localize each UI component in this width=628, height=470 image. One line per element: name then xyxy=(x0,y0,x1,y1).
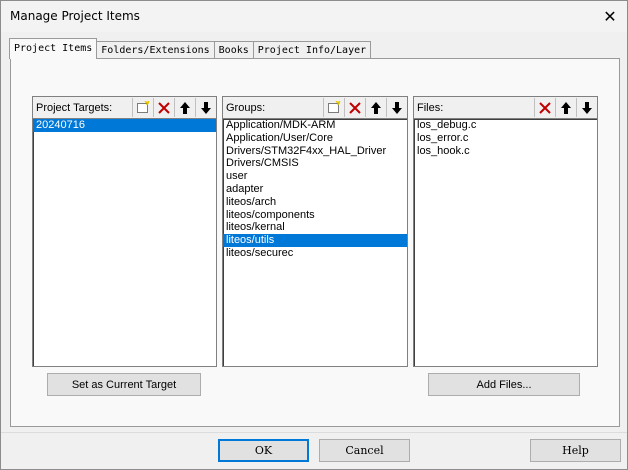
list-item[interactable]: adapter xyxy=(223,183,407,196)
tab-folders-extensions[interactable]: Folders/Extensions xyxy=(96,41,215,59)
new-target-icon[interactable] xyxy=(132,98,153,117)
list-item[interactable]: liteos/kernal xyxy=(223,221,407,234)
close-icon[interactable]: ✕ xyxy=(593,1,627,32)
move-down-icon[interactable] xyxy=(576,98,597,117)
files-list[interactable]: los_debug.c los_error.c los_hook.c xyxy=(413,118,598,367)
files-header: Files: xyxy=(413,96,598,118)
list-item[interactable]: user xyxy=(223,170,407,183)
delete-group-icon[interactable] xyxy=(344,98,365,117)
manage-project-items-dialog: Manage Project Items ✕ Project Items Fol… xyxy=(0,0,628,470)
files-panel: Files: los_debug.c los_error.c los_hook.… xyxy=(413,96,598,367)
list-item[interactable]: Application/MDK-ARM xyxy=(223,119,407,132)
project-targets-list[interactable]: 20240716 xyxy=(32,118,217,367)
project-targets-label: Project Targets: xyxy=(36,101,113,114)
move-down-icon[interactable] xyxy=(195,98,216,117)
delete-file-icon[interactable] xyxy=(534,98,555,117)
files-label: Files: xyxy=(417,101,444,114)
move-up-icon[interactable] xyxy=(174,98,195,117)
delete-target-icon[interactable] xyxy=(153,98,174,117)
project-items-panel: Project Targets: 20240716 Groups: Applic… xyxy=(10,58,620,427)
help-button[interactable]: Help xyxy=(530,439,621,462)
new-group-icon[interactable] xyxy=(323,98,344,117)
set-as-current-target-button[interactable]: Set as Current Target xyxy=(47,373,201,396)
move-up-icon[interactable] xyxy=(555,98,576,117)
project-targets-header: Project Targets: xyxy=(32,96,217,118)
list-item[interactable]: los_debug.c xyxy=(414,119,597,132)
move-up-icon[interactable] xyxy=(365,98,386,117)
list-item[interactable]: Drivers/STM32F4xx_HAL_Driver xyxy=(223,145,407,158)
ok-button[interactable]: OK xyxy=(218,439,309,462)
tab-strip: Project Items Folders/Extensions Books P… xyxy=(9,38,372,59)
cancel-button[interactable]: Cancel xyxy=(319,439,410,462)
list-item[interactable]: liteos/securec xyxy=(223,247,407,260)
project-targets-panel: Project Targets: 20240716 xyxy=(32,96,217,367)
list-item[interactable]: Application/User/Core xyxy=(223,132,407,145)
tab-books[interactable]: Books xyxy=(213,41,254,59)
list-item[interactable]: los_error.c xyxy=(414,132,597,145)
list-item[interactable]: liteos/components xyxy=(223,209,407,222)
title-bar: Manage Project Items ✕ xyxy=(1,1,627,32)
list-item[interactable]: liteos/arch xyxy=(223,196,407,209)
list-item[interactable]: 20240716 xyxy=(33,119,216,132)
window-title: Manage Project Items xyxy=(10,9,140,23)
list-item[interactable]: liteos/utils xyxy=(223,234,407,247)
list-item[interactable]: los_hook.c xyxy=(414,145,597,158)
tab-project-info-layer[interactable]: Project Info/Layer xyxy=(252,41,372,59)
groups-label: Groups: xyxy=(226,101,266,114)
move-down-icon[interactable] xyxy=(386,98,407,117)
groups-panel: Groups: Application/MDK-ARM Application/… xyxy=(222,96,408,367)
groups-header: Groups: xyxy=(222,96,408,118)
groups-list[interactable]: Application/MDK-ARM Application/User/Cor… xyxy=(222,118,408,367)
add-files-button[interactable]: Add Files... xyxy=(428,373,580,396)
list-item[interactable]: Drivers/CMSIS xyxy=(223,157,407,170)
tab-project-items[interactable]: Project Items xyxy=(9,38,98,59)
